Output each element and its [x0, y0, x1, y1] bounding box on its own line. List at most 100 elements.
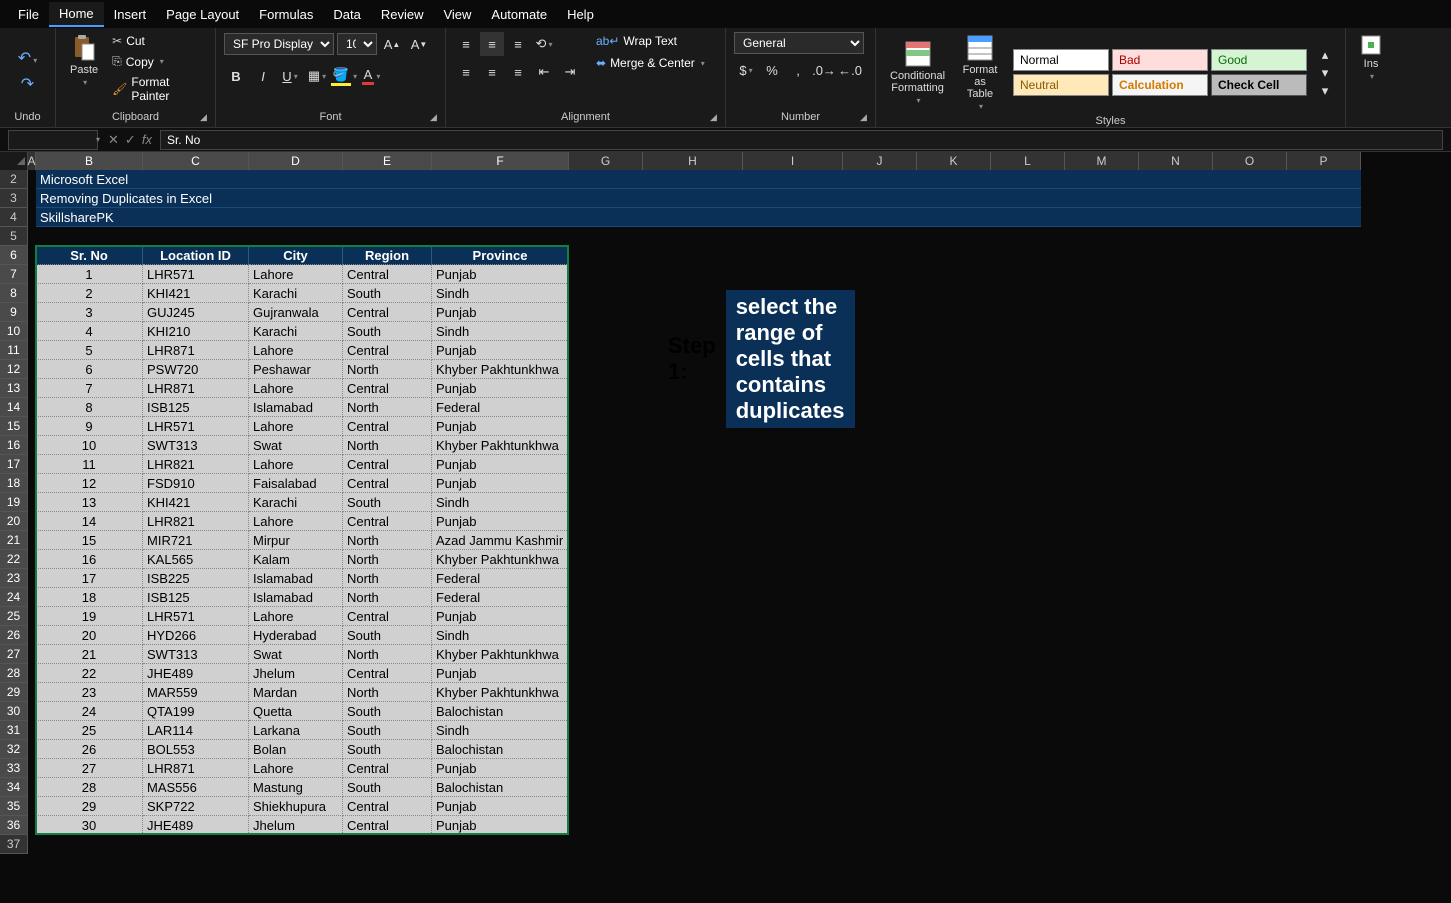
- font-dialog-launcher[interactable]: ◢: [430, 112, 442, 124]
- cell[interactable]: LHR821: [143, 512, 249, 531]
- cell[interactable]: LAR114: [143, 721, 249, 740]
- cell[interactable]: Lahore: [249, 607, 343, 626]
- cell[interactable]: Punjab: [432, 607, 569, 626]
- currency-icon[interactable]: $▾: [734, 58, 758, 82]
- cell[interactable]: Central: [343, 455, 432, 474]
- cell[interactable]: SWT313: [143, 436, 249, 455]
- cell[interactable]: Central: [343, 303, 432, 322]
- cell[interactable]: Khyber Pakhtunkhwa: [432, 645, 569, 664]
- merge-center-button[interactable]: ⬌Merge & Center▾: [592, 54, 709, 72]
- cell[interactable]: Lahore: [249, 341, 343, 360]
- cell[interactable]: 25: [36, 721, 143, 740]
- cell[interactable]: Removing Duplicates in Excel: [36, 189, 1361, 208]
- cell[interactable]: Lahore: [249, 455, 343, 474]
- col-header-H[interactable]: H: [643, 152, 743, 170]
- cell[interactable]: QTA199: [143, 702, 249, 721]
- cell[interactable]: Khyber Pakhtunkhwa: [432, 360, 569, 379]
- cell[interactable]: LHR571: [143, 607, 249, 626]
- cell[interactable]: North: [343, 569, 432, 588]
- cut-button[interactable]: ✂Cut: [108, 32, 207, 50]
- select-all-corner[interactable]: [0, 152, 28, 170]
- cell[interactable]: Khyber Pakhtunkhwa: [432, 683, 569, 702]
- cell[interactable]: Karachi: [249, 284, 343, 303]
- cell[interactable]: Mastung: [249, 778, 343, 797]
- cell[interactable]: Hyderabad: [249, 626, 343, 645]
- cell[interactable]: Sindh: [432, 322, 569, 341]
- menu-home[interactable]: Home: [49, 2, 104, 27]
- col-header-M[interactable]: M: [1065, 152, 1139, 170]
- cell[interactable]: Microsoft Excel: [36, 170, 1361, 189]
- cell[interactable]: PSW720: [143, 360, 249, 379]
- cell[interactable]: South: [343, 626, 432, 645]
- cell[interactable]: Central: [343, 816, 432, 835]
- col-header-A[interactable]: A: [28, 152, 36, 170]
- cell[interactable]: Central: [343, 607, 432, 626]
- row-header-8[interactable]: 8: [0, 284, 28, 303]
- cell[interactable]: Punjab: [432, 379, 569, 398]
- cell[interactable]: MAS556: [143, 778, 249, 797]
- align-top-icon[interactable]: ≡: [454, 32, 478, 56]
- cell[interactable]: Mirpur: [249, 531, 343, 550]
- worksheet[interactable]: ABCDEFGHIJKLMNOP 23456789101112131415161…: [0, 152, 1451, 903]
- col-header-F[interactable]: F: [432, 152, 569, 170]
- cell[interactable]: KHI421: [143, 493, 249, 512]
- styles-scroll-down[interactable]: ▾: [1313, 65, 1337, 81]
- align-left-icon[interactable]: ≡: [454, 60, 478, 84]
- font-color-button[interactable]: A▾: [359, 64, 383, 88]
- cell[interactable]: 11: [36, 455, 143, 474]
- cell[interactable]: Sr. No: [36, 246, 143, 265]
- row-header-20[interactable]: 20: [0, 512, 28, 531]
- cell[interactable]: LHR871: [143, 379, 249, 398]
- cell[interactable]: 5: [36, 341, 143, 360]
- cell[interactable]: Larkana: [249, 721, 343, 740]
- cell[interactable]: 24: [36, 702, 143, 721]
- column-headers[interactable]: ABCDEFGHIJKLMNOP: [0, 152, 1361, 170]
- col-header-B[interactable]: B: [36, 152, 143, 170]
- row-header-15[interactable]: 15: [0, 417, 28, 436]
- menu-view[interactable]: View: [433, 3, 481, 26]
- cell[interactable]: FSD910: [143, 474, 249, 493]
- cell[interactable]: 17: [36, 569, 143, 588]
- cell[interactable]: Central: [343, 664, 432, 683]
- col-header-J[interactable]: J: [843, 152, 917, 170]
- menu-insert[interactable]: Insert: [104, 3, 157, 26]
- col-header-N[interactable]: N: [1139, 152, 1213, 170]
- cell[interactable]: North: [343, 531, 432, 550]
- cell[interactable]: Lahore: [249, 417, 343, 436]
- col-header-D[interactable]: D: [249, 152, 343, 170]
- cell[interactable]: ISB125: [143, 398, 249, 417]
- cell[interactable]: Balochistan: [432, 778, 569, 797]
- increase-font-icon[interactable]: A▲: [380, 32, 404, 56]
- cell[interactable]: City: [249, 246, 343, 265]
- cancel-formula-icon[interactable]: ✕: [108, 132, 119, 148]
- cell[interactable]: South: [343, 493, 432, 512]
- row-header-29[interactable]: 29: [0, 683, 28, 702]
- row-header-7[interactable]: 7: [0, 265, 28, 284]
- increase-decimal-icon[interactable]: .0→: [812, 58, 836, 82]
- cell[interactable]: 26: [36, 740, 143, 759]
- cell[interactable]: Punjab: [432, 455, 569, 474]
- menu-automate[interactable]: Automate: [481, 3, 557, 26]
- cell[interactable]: Khyber Pakhtunkhwa: [432, 550, 569, 569]
- cell[interactable]: Lahore: [249, 379, 343, 398]
- decrease-indent-icon[interactable]: ⇤: [532, 60, 556, 84]
- cell[interactable]: Region: [343, 246, 432, 265]
- row-header-35[interactable]: 35: [0, 797, 28, 816]
- cell[interactable]: LHR821: [143, 455, 249, 474]
- cell[interactable]: Punjab: [432, 417, 569, 436]
- cell[interactable]: Gujranwala: [249, 303, 343, 322]
- row-header-11[interactable]: 11: [0, 341, 28, 360]
- cell[interactable]: South: [343, 778, 432, 797]
- cell[interactable]: Punjab: [432, 759, 569, 778]
- cell[interactable]: Swat: [249, 645, 343, 664]
- row-headers[interactable]: 2345678910111213141516171819202122232425…: [0, 170, 28, 854]
- insert-cells-button[interactable]: Ins▾: [1354, 32, 1388, 83]
- styles-more[interactable]: ▾: [1313, 83, 1337, 99]
- cell[interactable]: Sindh: [432, 626, 569, 645]
- cell[interactable]: Islamabad: [249, 569, 343, 588]
- align-bottom-icon[interactable]: ≡: [506, 32, 530, 56]
- cell[interactable]: Faisalabad: [249, 474, 343, 493]
- cell[interactable]: Punjab: [432, 341, 569, 360]
- cell[interactable]: MIR721: [143, 531, 249, 550]
- cell[interactable]: 7: [36, 379, 143, 398]
